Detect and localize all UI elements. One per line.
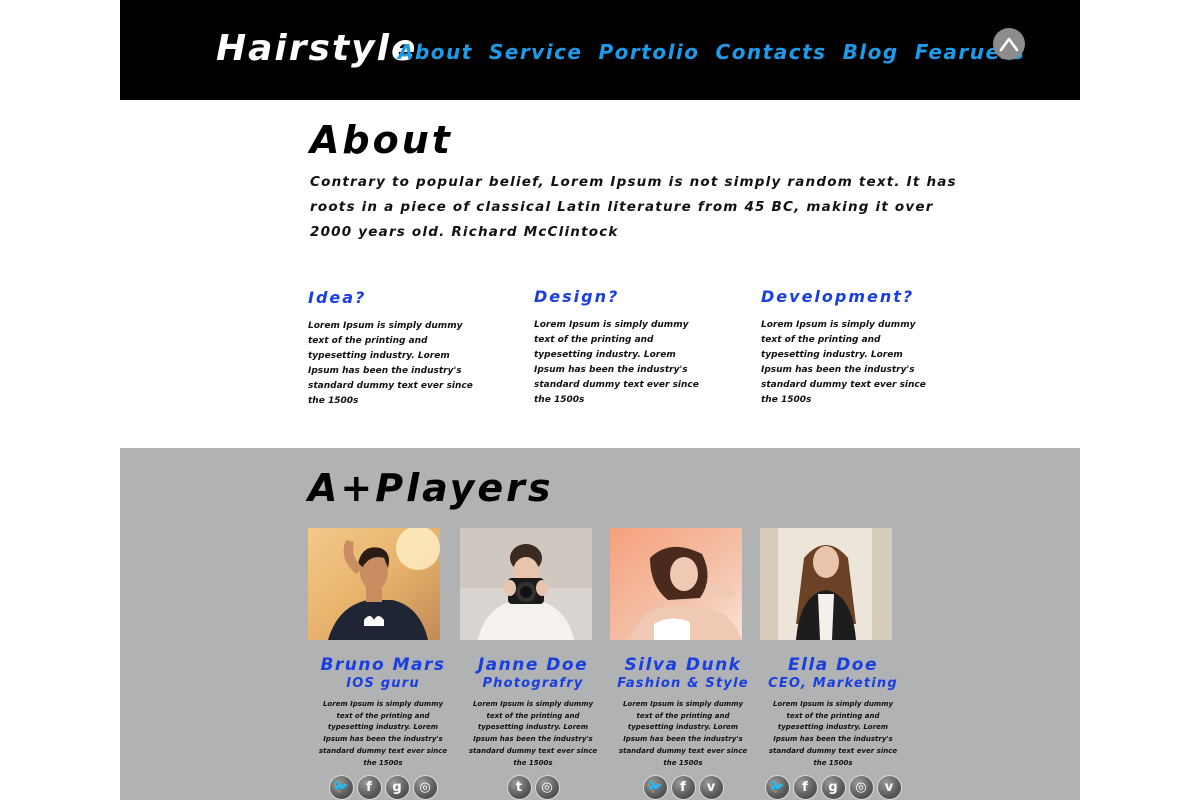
nav-link-service[interactable]: Service bbox=[489, 40, 583, 64]
player-name: Ella Doe bbox=[788, 655, 878, 675]
page: Hairstyle About Service Portolio Contact… bbox=[120, 0, 1080, 800]
vimeo-icon[interactable]: v bbox=[876, 775, 902, 800]
player-photo[interactable] bbox=[460, 528, 592, 640]
player-photo[interactable] bbox=[308, 528, 440, 640]
site-logo[interactable]: Hairstyle bbox=[216, 28, 417, 69]
vimeo-icon[interactable]: v bbox=[698, 775, 724, 800]
feature-development: Development? Lorem Ipsum is simply dummy… bbox=[761, 287, 961, 408]
social-links: 🐦 f g ◎ bbox=[308, 775, 458, 800]
feature-design: Design? Lorem Ipsum is simply dummy text… bbox=[534, 287, 734, 408]
player-role: CEO, Marketing bbox=[768, 676, 898, 691]
player-name: Bruno Mars bbox=[320, 655, 446, 675]
players-section: A+Players Bruno Mars IOS guru Lorem Ipsu… bbox=[120, 448, 1080, 800]
site-header: Hairstyle About Service Portolio Contact… bbox=[120, 0, 1080, 100]
social-links: 🐦 f g ◎ v bbox=[758, 775, 908, 800]
about-paragraph: Contrary to popular belief, Lorem Ipsum … bbox=[310, 174, 957, 240]
player-name: Silva Dunk bbox=[624, 655, 742, 675]
player-role: Fashion & Style bbox=[617, 676, 749, 691]
social-links: t ◎ bbox=[458, 775, 608, 800]
player-bio: Lorem Ipsum is simply dummy text of the … bbox=[468, 700, 598, 767]
about-heading: About bbox=[310, 118, 453, 162]
twitter-icon[interactable]: 🐦 bbox=[642, 775, 668, 800]
player-bio: Lorem Ipsum is simply dummy text of the … bbox=[618, 700, 748, 767]
player-card-janne: Janne Doe Photografry Lorem Ipsum is sim… bbox=[458, 528, 608, 800]
feature-title: Development? bbox=[761, 287, 915, 306]
dribbble-icon[interactable]: ◎ bbox=[848, 775, 874, 800]
player-card-silva: Silva Dunk Fashion & Style Lorem Ipsum i… bbox=[608, 528, 758, 800]
dribbble-icon[interactable]: ◎ bbox=[412, 775, 438, 800]
feature-title: Design? bbox=[534, 287, 620, 306]
scroll-top-button[interactable] bbox=[993, 28, 1025, 60]
player-role: IOS guru bbox=[346, 676, 420, 691]
main-nav: About Service Portolio Contacts Blog Fea… bbox=[398, 40, 1041, 64]
feature-text: Lorem Ipsum is simply dummy text of the … bbox=[534, 320, 699, 405]
players-heading: A+Players bbox=[308, 466, 554, 510]
nav-link-portfolio[interactable]: Portolio bbox=[599, 40, 700, 64]
feature-idea: Idea? Lorem Ipsum is simply dummy text o… bbox=[308, 288, 508, 409]
feature-text: Lorem Ipsum is simply dummy text of the … bbox=[761, 320, 926, 405]
player-bio: Lorem Ipsum is simply dummy text of the … bbox=[768, 700, 898, 767]
twitter-icon[interactable]: 🐦 bbox=[764, 775, 790, 800]
nav-link-about[interactable]: About bbox=[398, 40, 473, 64]
facebook-icon[interactable]: f bbox=[792, 775, 818, 800]
chevron-up-icon bbox=[999, 37, 1019, 52]
player-name: Janne Doe bbox=[477, 655, 589, 675]
player-photo[interactable] bbox=[760, 528, 892, 640]
nav-link-contacts[interactable]: Contacts bbox=[716, 40, 827, 64]
google-plus-icon[interactable]: g bbox=[820, 775, 846, 800]
feature-title: Idea? bbox=[308, 288, 367, 307]
player-card-bruno: Bruno Mars IOS guru Lorem Ipsum is simpl… bbox=[308, 528, 458, 800]
dribbble-icon[interactable]: ◎ bbox=[534, 775, 560, 800]
twitter-icon[interactable]: 🐦 bbox=[328, 775, 354, 800]
player-card-ella: Ella Doe CEO, Marketing Lorem Ipsum is s… bbox=[758, 528, 908, 800]
social-links: 🐦 f v bbox=[608, 775, 758, 800]
player-role: Photografry bbox=[482, 676, 584, 691]
google-plus-icon[interactable]: g bbox=[384, 775, 410, 800]
nav-link-blog[interactable]: Blog bbox=[843, 40, 899, 64]
feature-text: Lorem Ipsum is simply dummy text of the … bbox=[308, 321, 473, 406]
tumblr-icon[interactable]: t bbox=[506, 775, 532, 800]
player-photo[interactable] bbox=[610, 528, 742, 640]
player-bio: Lorem Ipsum is simply dummy text of the … bbox=[318, 700, 448, 767]
facebook-icon[interactable]: f bbox=[356, 775, 382, 800]
facebook-icon[interactable]: f bbox=[670, 775, 696, 800]
